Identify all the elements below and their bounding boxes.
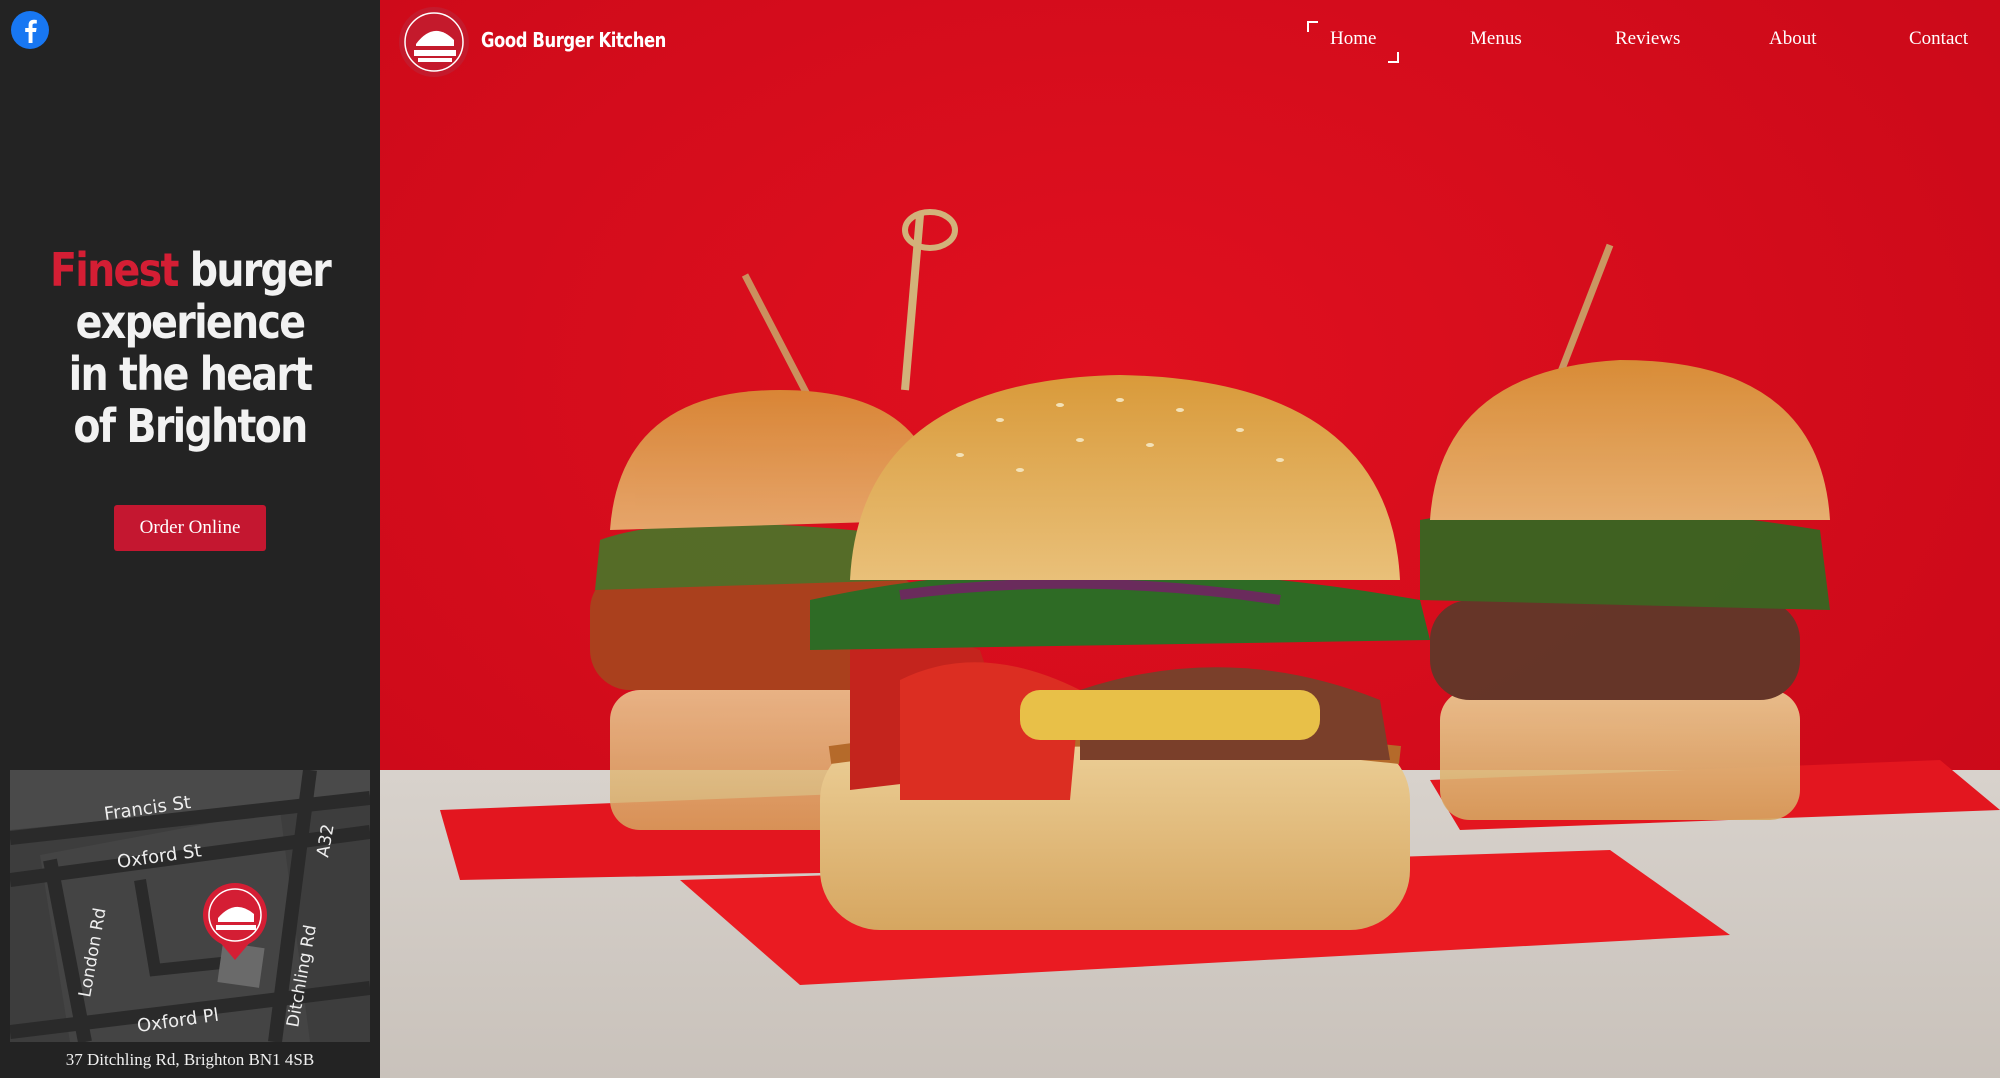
- nav-reviews[interactable]: Reviews: [1615, 28, 1680, 58]
- nav-home[interactable]: Home: [1330, 28, 1376, 58]
- nav-menus[interactable]: Menus: [1470, 28, 1522, 58]
- tagline: Finest burger experience in the heart of…: [27, 244, 354, 452]
- nav-active-corner: [1307, 21, 1318, 32]
- tagline-line3: in the heart: [68, 347, 313, 401]
- location-map[interactable]: Francis St Oxford St A32 London Rd Ditch…: [10, 770, 370, 1042]
- tagline-accent: Finest: [49, 243, 179, 297]
- brand-name[interactable]: Good Burger Kitchen: [481, 28, 666, 52]
- nav-active-corner: [1388, 52, 1399, 63]
- nav-about[interactable]: About: [1769, 28, 1817, 58]
- burger-logo-icon[interactable]: [398, 6, 470, 78]
- tagline-line1: burger: [177, 243, 332, 297]
- sidebar: Finest burger experience in the heart of…: [0, 0, 380, 1078]
- tagline-line4: of Brighton: [73, 399, 308, 453]
- hero-image: [380, 0, 2000, 1078]
- facebook-icon[interactable]: [10, 10, 50, 50]
- tagline-line2: experience: [75, 295, 306, 349]
- nav-contact[interactable]: Contact: [1909, 28, 1968, 58]
- address: 37 Ditchling Rd, Brighton BN1 4SB: [65, 1050, 315, 1069]
- order-online-button[interactable]: Order Online: [114, 505, 266, 551]
